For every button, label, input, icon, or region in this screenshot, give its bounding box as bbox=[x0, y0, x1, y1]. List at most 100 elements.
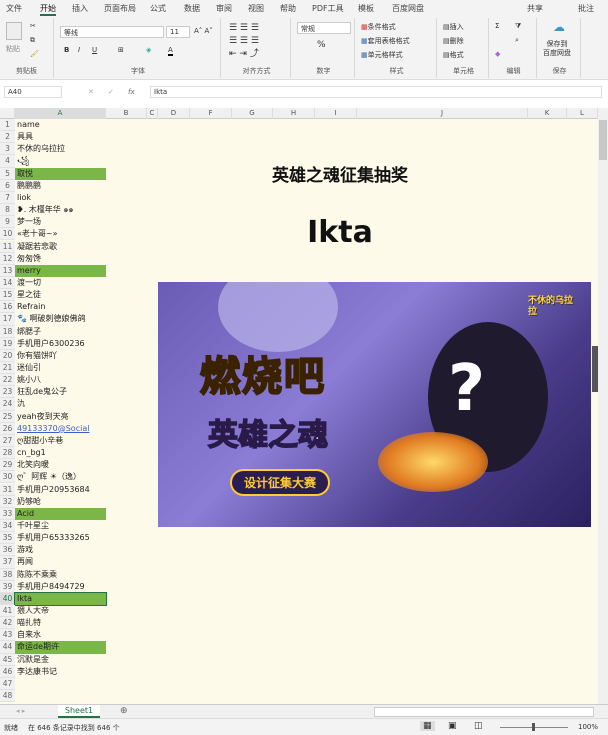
column-header-B[interactable]: B bbox=[106, 108, 147, 119]
cell-a9[interactable]: 梦一场 bbox=[15, 216, 106, 228]
clear-icon[interactable]: ◆ bbox=[495, 50, 500, 58]
cell-a15[interactable]: 星之徒 bbox=[15, 289, 106, 301]
tab-0[interactable]: 文件 bbox=[6, 3, 22, 14]
row-header[interactable]: 16 bbox=[0, 301, 15, 314]
column-header-H[interactable]: H bbox=[273, 108, 315, 119]
row-header[interactable]: 11 bbox=[0, 240, 15, 253]
row-header[interactable]: 13 bbox=[0, 264, 15, 277]
row-header[interactable]: 25 bbox=[0, 410, 15, 423]
find-icon[interactable]: ⌕ bbox=[515, 36, 519, 45]
cell-a11[interactable]: 凝踞若悲歌 bbox=[15, 241, 106, 253]
cell-a45[interactable]: 沉默是金 bbox=[15, 654, 106, 666]
row-header[interactable]: 24 bbox=[0, 398, 15, 411]
vertical-scrollbar[interactable] bbox=[598, 108, 608, 704]
column-header-C[interactable]: C bbox=[147, 108, 158, 119]
row-header[interactable]: 34 bbox=[0, 519, 15, 533]
row-header[interactable]: 36 bbox=[0, 544, 15, 557]
paste-button[interactable]: 粘贴 bbox=[6, 44, 20, 54]
cell-a4[interactable]: ꧁ bbox=[15, 155, 106, 167]
comments-button[interactable]: 批注 bbox=[578, 3, 594, 14]
cell-a26[interactable]: 49133370@Social bbox=[15, 423, 106, 435]
row-header[interactable]: 33 bbox=[0, 507, 15, 520]
tab-1[interactable]: 开始 bbox=[40, 3, 56, 16]
font-name-select[interactable]: 等线 bbox=[60, 26, 164, 38]
format-cells-button[interactable]: ▤格式 bbox=[443, 50, 464, 60]
cell-a47[interactable] bbox=[15, 678, 106, 690]
row-header[interactable]: 40 bbox=[0, 592, 15, 605]
row-header[interactable]: 28 bbox=[0, 447, 15, 460]
row-header[interactable]: 10 bbox=[0, 228, 15, 241]
cell-a1[interactable]: name bbox=[15, 119, 106, 131]
row-header[interactable]: 19 bbox=[0, 337, 15, 350]
cell-a14[interactable]: 渡一切 bbox=[15, 277, 106, 289]
insert-cells-button[interactable]: ▤插入 bbox=[443, 22, 464, 32]
cell-a16[interactable]: Refrain bbox=[15, 301, 106, 313]
row-header[interactable]: 5 bbox=[0, 167, 15, 180]
cell-a5[interactable]: 取悦 bbox=[15, 167, 106, 180]
cell-a25[interactable]: yeah夜到天亮 bbox=[15, 411, 106, 423]
row-header[interactable]: 37 bbox=[0, 556, 15, 569]
copy-icon[interactable]: ⧉ bbox=[30, 36, 35, 45]
row-header[interactable]: 42 bbox=[0, 617, 15, 630]
column-header-J[interactable]: J bbox=[357, 108, 528, 119]
row-header[interactable]: 41 bbox=[0, 605, 15, 618]
cell-a29[interactable]: 北笑向暖 bbox=[15, 459, 106, 471]
tab-9[interactable]: PDF工具 bbox=[312, 3, 344, 14]
enter-icon[interactable]: ✓ bbox=[108, 88, 114, 96]
cell-styles-button[interactable]: ▦单元格样式 bbox=[361, 50, 403, 60]
cell-a44[interactable]: 命运de期许 bbox=[15, 641, 106, 654]
row-header[interactable]: 15 bbox=[0, 289, 15, 302]
cell-a6[interactable]: 鹏鹏鹏 bbox=[15, 180, 106, 192]
row-header[interactable]: 47 bbox=[0, 677, 15, 691]
row-header[interactable]: 20 bbox=[0, 349, 15, 362]
banner-image[interactable]: ? 不休的乌拉拉 燃烧吧 英雄之魂 设计征集大赛 bbox=[158, 282, 591, 527]
cell-a35[interactable]: 手机用户65333265 bbox=[15, 532, 106, 544]
sheet-tab-sheet1[interactable]: Sheet1 bbox=[58, 705, 100, 718]
cell-a39[interactable]: 手机用户8494729 bbox=[15, 581, 106, 593]
row-header[interactable]: 38 bbox=[0, 568, 15, 581]
cell-a36[interactable]: 游戏 bbox=[15, 544, 106, 556]
row-header[interactable]: 30 bbox=[0, 471, 15, 484]
cell-a24[interactable]: 氿 bbox=[15, 398, 106, 410]
row-header[interactable]: 14 bbox=[0, 276, 15, 290]
cell-a28[interactable]: cn_bg1 bbox=[15, 447, 106, 459]
cell-a31[interactable]: 手机用户20953684 bbox=[15, 484, 106, 496]
column-header-K[interactable]: K bbox=[528, 108, 567, 119]
cell-a2[interactable]: 具具 bbox=[15, 131, 106, 143]
cell-a27[interactable]: ღ甜甜小辛巷 bbox=[15, 435, 106, 447]
row-header[interactable]: 2 bbox=[0, 131, 15, 144]
delete-cells-button[interactable]: ▤删除 bbox=[443, 36, 464, 46]
formula-input[interactable]: Ikta bbox=[150, 86, 602, 98]
row-header[interactable]: 39 bbox=[0, 580, 15, 593]
cut-icon[interactable]: ✂ bbox=[30, 22, 36, 30]
row-header[interactable]: 45 bbox=[0, 653, 15, 666]
cell-a18[interactable]: 绑腮子 bbox=[15, 326, 106, 338]
tab-5[interactable]: 数据 bbox=[184, 3, 200, 14]
cell-a19[interactable]: 手机用户6300236 bbox=[15, 338, 106, 350]
cell-a48[interactable] bbox=[15, 690, 106, 702]
tab-4[interactable]: 公式 bbox=[150, 3, 166, 14]
paste-icon[interactable] bbox=[6, 22, 22, 40]
fill-color-icon[interactable]: ◈ bbox=[146, 46, 151, 54]
column-header-I[interactable]: I bbox=[315, 108, 357, 119]
tab-8[interactable]: 帮助 bbox=[280, 3, 296, 14]
row-header[interactable]: 8 bbox=[0, 204, 15, 217]
row-header[interactable]: 23 bbox=[0, 386, 15, 399]
select-all-corner[interactable] bbox=[0, 108, 15, 119]
cell-a43[interactable]: 自来水 bbox=[15, 629, 106, 641]
border-icon[interactable]: ⊞ bbox=[118, 46, 124, 54]
cell-a22[interactable]: 姚小八 bbox=[15, 374, 106, 386]
cell-a40[interactable]: Ikta bbox=[14, 591, 107, 606]
row-header[interactable]: 32 bbox=[0, 495, 15, 508]
row-header[interactable]: 22 bbox=[0, 374, 15, 387]
percent-button[interactable]: % bbox=[317, 40, 326, 50]
page-layout-icon[interactable]: ▣ bbox=[448, 721, 457, 731]
row-header[interactable]: 44 bbox=[0, 641, 15, 654]
format-as-table-button[interactable]: ▦套用表格格式 bbox=[361, 36, 410, 46]
grow-font-button[interactable]: A˄ A˅ bbox=[194, 27, 213, 35]
column-header-F[interactable]: F bbox=[190, 108, 232, 119]
cell-a3[interactable]: 不休的乌拉拉 bbox=[15, 143, 106, 155]
cell-a7[interactable]: liok bbox=[15, 192, 106, 204]
column-header-A[interactable]: A bbox=[15, 108, 106, 119]
horizontal-scrollbar[interactable] bbox=[374, 707, 594, 717]
